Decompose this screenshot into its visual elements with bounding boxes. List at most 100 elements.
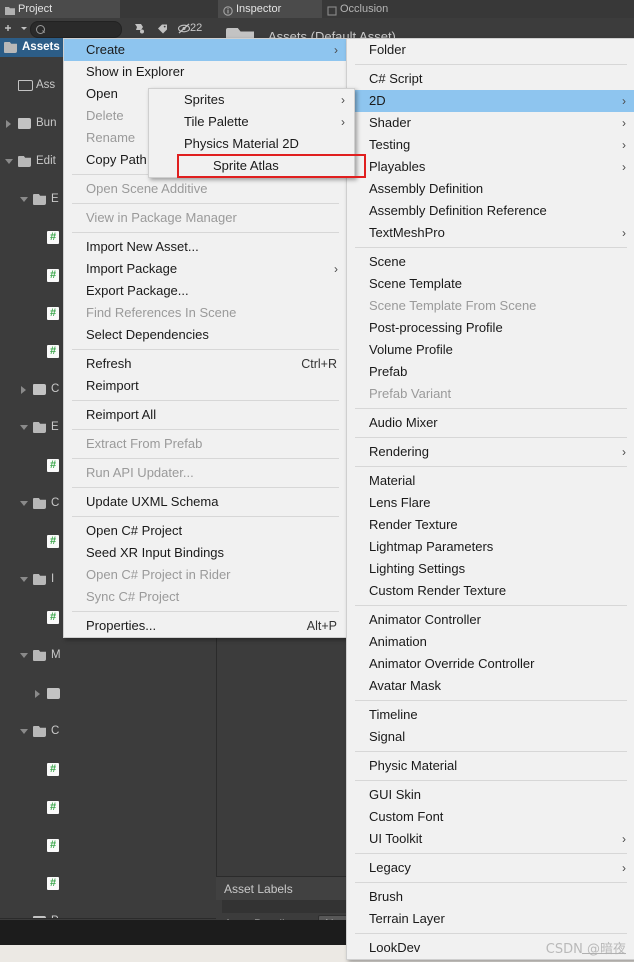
tree-row[interactable]: # [0,798,216,817]
folder-open-icon [33,726,46,737]
menu-item-reimport[interactable]: Reimport [64,375,347,397]
chevron-right-icon: › [334,262,338,276]
menu-item-rendering[interactable]: Rendering › [347,441,634,463]
menu-item-textmeshpro[interactable]: TextMeshPro › [347,222,634,244]
menu-item-ui-toolkit[interactable]: UI Toolkit › [347,828,634,850]
tree-row[interactable]: C [0,722,216,741]
csharp-script-icon: # [47,535,59,548]
menu-item-sync-csharp-project: Sync C# Project [86,589,180,604]
chevron-down-icon[interactable] [20,501,28,506]
menu-item-create[interactable]: Create › [64,39,347,61]
menu-item-prefab[interactable]: Prefab [347,361,634,383]
chevron-down-icon[interactable] [20,197,28,202]
chevron-right-icon[interactable] [6,120,11,128]
tab-project[interactable]: Project [0,0,120,18]
menu-item-post-processing-profile[interactable]: Post-processing Profile [347,317,634,339]
folder-icon [18,118,31,129]
chevron-right-icon: › [341,115,345,129]
tree-row[interactable]: M [0,646,216,665]
menu-separator [355,853,627,854]
folder-icon [47,688,60,699]
tree-row[interactable]: # [0,760,216,779]
info-icon [223,4,233,16]
menu-item-scene-template[interactable]: Scene Template [347,273,634,295]
menu-item-export-package[interactable]: Export Package... [64,280,347,302]
menu-item-avatar-mask[interactable]: Avatar Mask [347,675,634,697]
menu-item-custom-render-texture[interactable]: Custom Render Texture [347,580,634,602]
menu-item-material[interactable]: Material [347,470,634,492]
menu-item-lighting-settings[interactable]: Lighting Settings [347,558,634,580]
shortcut-label: Alt+P [306,619,337,633]
menu-item-update-uxml-schema[interactable]: Update UXML Schema [64,491,347,513]
menu-item-legacy[interactable]: Legacy › [347,857,634,879]
tab-occlusion[interactable]: Occlusion [322,0,454,18]
menu-item-import-new-asset[interactable]: Import New Asset... [64,236,347,258]
menu-item-shader[interactable]: Shader › [347,112,634,134]
folder-open-icon [33,422,46,433]
chevron-right-icon: › [341,93,345,107]
menu-item-csharp-script[interactable]: C# Script [347,68,634,90]
tree-row[interactable] [0,684,216,703]
menu-item-show-in-explorer[interactable]: Show in Explorer [64,61,347,83]
menu-item-properties[interactable]: Properties... Alt+P [64,615,347,637]
tab-strip: Project Inspector Occlusion [0,0,634,18]
chevron-down-icon[interactable] [20,577,28,582]
save-search-icon[interactable] [128,21,150,36]
chevron-down-icon[interactable] [20,729,28,734]
menu-item-view-in-package-manager: View in Package Manager [86,210,237,225]
menu-item-audio-mixer[interactable]: Audio Mixer [347,412,634,434]
menu-item-physic-material[interactable]: Physic Material [347,755,634,777]
menu-item-brush[interactable]: Brush [347,886,634,908]
chevron-down-icon[interactable] [20,425,28,430]
chevron-right-icon: › [622,94,626,108]
tag-icon[interactable] [152,21,174,36]
menu-item-refresh[interactable]: Refresh Ctrl+R [64,353,347,375]
menu-item-folder[interactable]: Folder [347,39,634,61]
menu-item-select-dependencies[interactable]: Select Dependencies [64,324,347,346]
menu-item-lens-flare[interactable]: Lens Flare [347,492,634,514]
chevron-down-icon[interactable] [18,21,30,36]
csharp-script-icon: # [47,801,59,814]
menu-item-import-package[interactable]: Import Package › [64,258,347,280]
menu-item-sprite-atlas[interactable]: Sprite Atlas [177,154,366,178]
menu-item-testing[interactable]: Testing › [347,134,634,156]
menu-item-volume-profile[interactable]: Volume Profile [347,339,634,361]
menu-item-2d[interactable]: 2D › [347,90,634,112]
menu-item-assembly-definition[interactable]: Assembly Definition [347,178,634,200]
menu-item-gui-skin[interactable]: GUI Skin [347,784,634,806]
menu-item-scene[interactable]: Scene [347,251,634,273]
search-input[interactable] [30,21,122,38]
menu-item-animator-controller[interactable]: Animator Controller [347,609,634,631]
chevron-right-icon[interactable] [21,386,26,394]
menu-item-playables[interactable]: Playables › [347,156,634,178]
folder-open-icon [33,650,46,661]
chevron-right-icon[interactable] [35,690,40,698]
menu-item-tile-palette[interactable]: Tile Palette › [149,111,354,133]
add-asset-button[interactable] [2,21,18,36]
chevron-down-icon[interactable] [20,653,28,658]
csharp-script-icon: # [47,459,59,472]
menu-item-custom-font[interactable]: Custom Font [347,806,634,828]
chevron-right-icon: › [334,43,338,57]
menu-item-physics-material-2d[interactable]: Physics Material 2D [149,133,354,155]
menu-item-timeline[interactable]: Timeline [347,704,634,726]
menu-item-assembly-definition-reference[interactable]: Assembly Definition Reference [347,200,634,222]
tree-row[interactable]: # [0,874,216,893]
menu-item-seed-xr-input-bindings[interactable]: Seed XR Input Bindings [64,542,347,564]
menu-item-sprites[interactable]: Sprites › [149,89,354,111]
tree-row[interactable]: # [0,836,216,855]
folder-open-icon [33,498,46,509]
menu-item-open-csharp-project[interactable]: Open C# Project [64,520,347,542]
menu-item-render-texture[interactable]: Render Texture [347,514,634,536]
menu-item-terrain-layer[interactable]: Terrain Layer [347,908,634,930]
menu-item-animation[interactable]: Animation [347,631,634,653]
menu-item-reimport-all[interactable]: Reimport All [64,404,347,426]
create-submenu[interactable]: Folder C# Script 2D › Shader › Testing ›… [346,38,634,960]
2d-submenu[interactable]: Sprites › Tile Palette › Physics Materia… [148,88,366,178]
csharp-script-icon: # [47,307,59,320]
menu-item-lightmap-parameters[interactable]: Lightmap Parameters [347,536,634,558]
chevron-down-icon[interactable] [5,159,13,164]
menu-item-animator-override-controller[interactable]: Animator Override Controller [347,653,634,675]
menu-item-prefab-variant: Prefab Variant [369,386,452,401]
menu-item-signal[interactable]: Signal [347,726,634,748]
